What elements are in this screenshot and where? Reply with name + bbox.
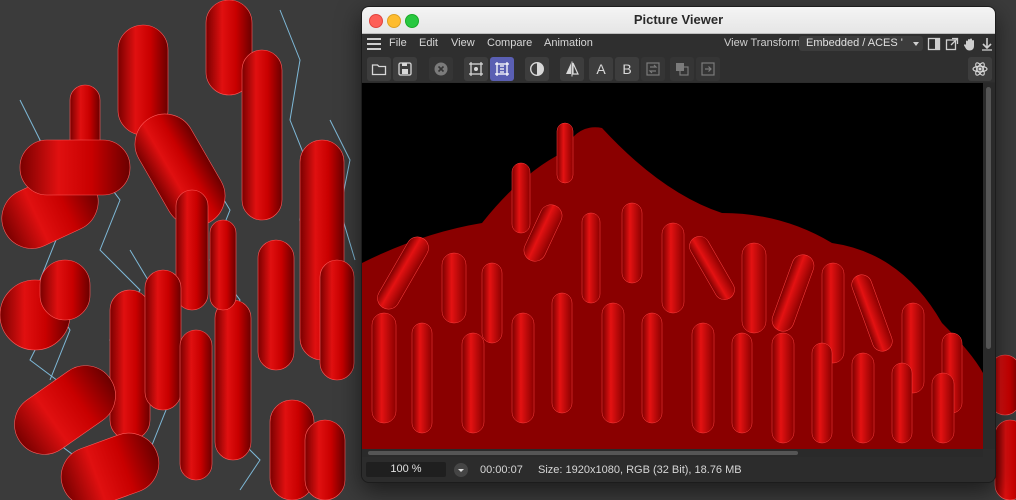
status-bar: 100 % 00:00:07 Size: 1920x1080, RGB (32 … [362,457,995,482]
menu-animation[interactable]: Animation [544,37,593,49]
menu-edit[interactable]: Edit [419,37,438,49]
split-compare-icon [566,61,579,77]
title-bar[interactable]: Picture Viewer [362,7,995,34]
set-a-button[interactable]: A [589,57,613,81]
toolbar: A B [362,56,995,82]
interactive-region-icon [495,62,509,76]
menu-compare[interactable]: Compare [487,37,532,49]
view-transform-value: Embedded / ACES ' [806,37,903,49]
atom-icon [972,62,988,76]
menu-file[interactable]: File [389,37,407,49]
render-image-canvas[interactable] [362,83,983,449]
save-button[interactable] [393,57,417,81]
swap-icon [646,62,660,76]
menu-bar: File Edit View Compare Animation View Tr… [362,34,995,56]
region-cog-icon [469,62,483,76]
export-button[interactable] [696,57,720,81]
expand-window-icon[interactable] [945,37,959,51]
horizontal-scrollbar[interactable] [362,449,983,457]
picture-viewer-window: Picture Viewer File Edit View Compare An… [361,6,996,483]
stop-circle-icon [434,62,448,76]
set-a-label: A [596,61,606,77]
menu-view[interactable]: View [451,37,475,49]
zoom-dropdown-button[interactable] [454,463,468,477]
overlay-squares-icon [676,63,689,76]
horizontal-scroll-thumb[interactable] [368,451,798,455]
rendered-image [362,83,983,449]
panel-layout-icon[interactable] [927,37,941,51]
chevron-down-icon [913,42,919,46]
interactive-region-button[interactable] [490,57,514,81]
set-b-button[interactable]: B [615,57,639,81]
swap-ab-button[interactable] [641,57,665,81]
set-b-label: B [622,61,632,77]
zoom-field[interactable]: 100 % [366,462,446,477]
vertical-scrollbar[interactable] [983,83,995,449]
chevron-down-icon [458,469,464,472]
hand-pan-icon[interactable] [963,37,977,51]
render-region-button[interactable] [464,57,488,81]
view-transform-label: View Transform [724,37,801,49]
atom-settings-button[interactable] [968,57,992,81]
timecode: 00:00:07 [480,464,523,476]
ab-compare-button[interactable] [560,57,584,81]
hamburger-menu-icon[interactable] [367,38,381,50]
contrast-toggle-button[interactable] [525,57,549,81]
contrast-icon [529,61,545,77]
open-file-button[interactable] [367,57,391,81]
save-disk-icon [398,62,412,76]
image-info: Size: 1920x1080, RGB (32 Bit), 18.76 MB [538,464,742,476]
stop-render-button[interactable] [429,57,453,81]
view-transform-select[interactable]: Embedded / ACES ' [799,36,923,51]
window-title: Picture Viewer [633,12,724,27]
pin-down-arrow-icon[interactable] [980,37,994,51]
folder-icon [371,64,387,76]
vertical-scroll-thumb[interactable] [986,87,991,349]
export-arrow-icon [701,62,715,76]
overlay-button[interactable] [670,57,694,81]
